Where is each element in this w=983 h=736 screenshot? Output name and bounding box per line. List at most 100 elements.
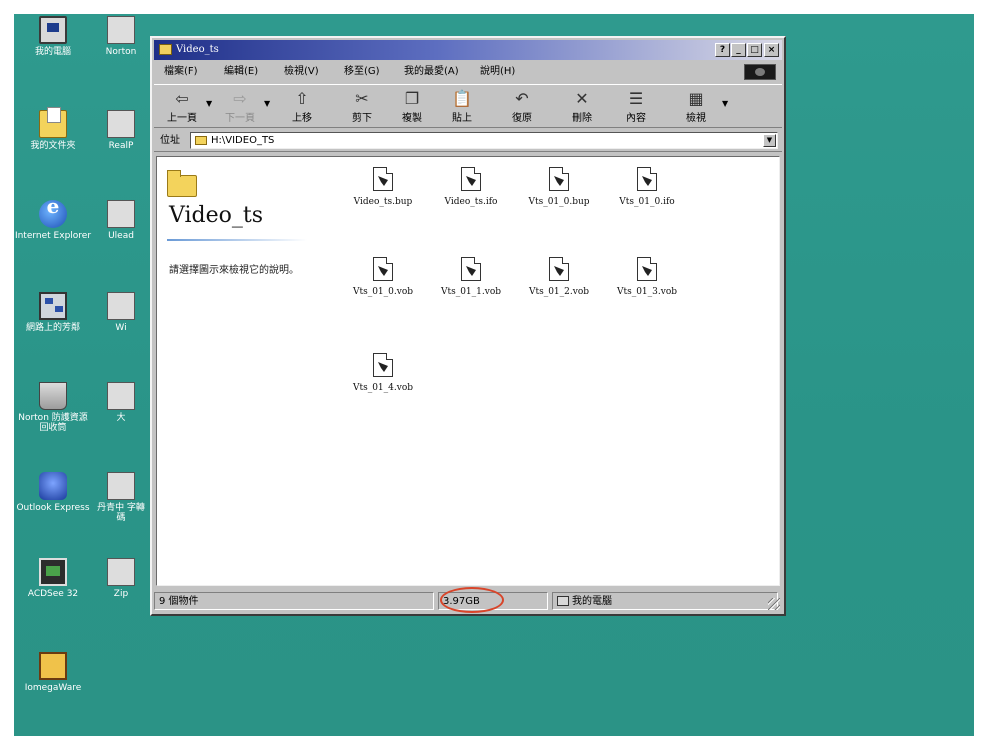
folder-icon (195, 136, 207, 145)
menu-edit[interactable]: 編輯(E) (224, 62, 258, 82)
address-input[interactable]: H:\VIDEO_TS ▼ (190, 132, 778, 149)
file-icon (637, 257, 657, 281)
help-button[interactable]: ? (715, 43, 730, 57)
status-location-label: 我的電腦 (572, 596, 612, 607)
undo-button[interactable]: ↶ 復原 (498, 89, 546, 127)
desktop: 我的電腦 我的文件夾 Internet Explorer 網路上的芳鄰 Nort… (14, 14, 974, 736)
desktop-icon-label: Norton 防護資源回收筒 (18, 413, 88, 433)
norton-icon (107, 16, 135, 44)
paste-icon: 📋 (452, 89, 472, 108)
desktop-icon-label: IomegaWare (24, 683, 82, 693)
desktop-icon-label: Internet Explorer (14, 231, 92, 241)
desktop-icon-app-da[interactable]: 大 (96, 382, 146, 423)
acdsee-icon (39, 558, 67, 586)
desktop-icon-network[interactable]: 網路上的芳鄰 (14, 292, 92, 333)
desktop-icon-label: Outlook Express (16, 503, 90, 513)
iomegaware-icon (39, 652, 67, 680)
up-button[interactable]: ⇧ 上移 (278, 89, 326, 127)
desktop-icon-label: Wi (115, 323, 127, 333)
desktop-icon-iomegaware[interactable]: IomegaWare (14, 652, 92, 693)
minimize-button[interactable]: _ (731, 43, 746, 57)
file-name: Vts_01_0.bup (528, 197, 590, 207)
desktop-icon-font-converter[interactable]: 丹青中 字轉碼 (96, 472, 146, 523)
desktop-icon-outlook-express[interactable]: Outlook Express (14, 472, 92, 513)
desktop-icon-my-computer[interactable]: 我的電腦 (14, 16, 92, 57)
file-item[interactable]: Video_ts.bup (335, 167, 431, 207)
copy-button[interactable]: ❐ 複製 (388, 89, 436, 127)
menu-help[interactable]: 說明(H) (480, 62, 515, 82)
desktop-icon-label: 大 (116, 413, 126, 423)
toolbar-label: 復原 (512, 113, 532, 124)
file-item[interactable]: Vts_01_3.vob (599, 257, 695, 297)
desktop-icon-label: 我的電腦 (34, 47, 71, 57)
back-button[interactable]: ⇦ 上一頁 (158, 89, 206, 127)
menu-favorites[interactable]: 我的最愛(A) (404, 62, 459, 82)
desktop-icon-norton[interactable]: Norton (96, 16, 146, 57)
delete-button[interactable]: ✕ 刪除 (558, 89, 606, 127)
forward-button[interactable]: ⇨ 下一頁 (216, 89, 264, 127)
back-dropdown-icon[interactable]: ▼ (206, 99, 212, 108)
properties-icon: ☰ (628, 89, 644, 108)
status-object-count: 9 個物件 (154, 592, 434, 610)
views-dropdown-icon[interactable]: ▼ (722, 99, 728, 108)
file-item[interactable]: Vts_01_4.vob (335, 353, 431, 393)
file-icon (373, 167, 393, 191)
toolbar-label: 檢視 (686, 113, 706, 124)
toolbar-label: 刪除 (572, 113, 592, 124)
desktop-icon-label: RealP (108, 141, 134, 151)
file-name: Vts_01_1.vob (440, 287, 502, 297)
desktop-icon-recycle-bin[interactable]: Norton 防護資源回收筒 (14, 382, 92, 433)
file-item[interactable]: Vts_01_2.vob (511, 257, 607, 297)
chevron-down-icon[interactable]: ▼ (763, 134, 776, 147)
file-item[interactable]: Vts_01_0.bup (511, 167, 607, 207)
menu-file[interactable]: 檔案(F) (164, 62, 198, 82)
toolbar-label: 下一頁 (225, 113, 255, 124)
properties-button[interactable]: ☰ 內容 (612, 89, 660, 127)
file-item[interactable]: Vts_01_0.ifo (599, 167, 695, 207)
file-name: Vts_01_0.vob (352, 287, 414, 297)
desktop-icon-label: ACDSee 32 (27, 589, 79, 599)
desktop-icon-ulead[interactable]: Ulead (96, 200, 146, 241)
desktop-icon-label: 丹青中 字轉碼 (97, 503, 145, 523)
windows-throbber-icon (744, 64, 776, 80)
menu-view[interactable]: 檢視(V) (284, 62, 319, 82)
desktop-icon-realplayer[interactable]: RealP (96, 110, 146, 151)
resize-grip[interactable] (768, 598, 780, 610)
menu-go[interactable]: 移至(G) (344, 62, 380, 82)
file-item[interactable]: Video_ts.ifo (423, 167, 519, 207)
desktop-icon-zip[interactable]: Zip (96, 558, 146, 599)
menu-bar: 檔案(F) 編輯(E) 檢視(V) 移至(G) 我的最愛(A) 說明(H) (154, 62, 782, 82)
my-computer-icon (557, 596, 569, 606)
internet-explorer-icon (39, 200, 67, 228)
cut-button[interactable]: ✂ 剪下 (338, 89, 386, 127)
toolbar-label: 剪下 (352, 113, 372, 124)
title-bar[interactable]: Video_ts ? _ □ × (154, 40, 782, 60)
desktop-icon-label: Ulead (108, 231, 134, 241)
file-icon (637, 167, 657, 191)
network-neighborhood-icon (39, 292, 67, 320)
status-location: 我的電腦 (552, 592, 778, 610)
paste-button[interactable]: 📋 貼上 (438, 89, 486, 127)
views-button[interactable]: ▦ 檢視 (672, 89, 720, 127)
my-documents-icon (39, 107, 67, 138)
web-view-panel: Video_ts 請選擇圖示來檢視它的說明。 (157, 157, 327, 585)
file-name: Video_ts.ifo (444, 197, 498, 207)
highlight-circle (440, 587, 504, 613)
toolbar-label: 內容 (626, 113, 646, 124)
winzip-icon (107, 292, 135, 320)
desktop-icon-acdsee[interactable]: ACDSee 32 (14, 558, 92, 599)
explorer-window: Video_ts ? _ □ × 檔案(F) 編輯(E) 檢視(V) 移至(G)… (150, 36, 786, 616)
forward-dropdown-icon[interactable]: ▼ (264, 99, 270, 108)
desktop-icon-winzip[interactable]: Wi (96, 292, 146, 333)
maximize-button[interactable]: □ (747, 43, 762, 57)
window-title: Video_ts (176, 44, 219, 55)
toolbar-label: 上移 (292, 113, 312, 124)
folder-icon (159, 44, 172, 55)
desktop-icon-my-documents[interactable]: 我的文件夾 (14, 107, 92, 151)
file-item[interactable]: Vts_01_0.vob (335, 257, 431, 297)
close-button[interactable]: × (764, 43, 779, 57)
file-item[interactable]: Vts_01_1.vob (423, 257, 519, 297)
my-computer-icon (39, 16, 67, 44)
desktop-icon-internet-explorer[interactable]: Internet Explorer (14, 200, 92, 241)
copy-icon: ❐ (404, 89, 420, 108)
